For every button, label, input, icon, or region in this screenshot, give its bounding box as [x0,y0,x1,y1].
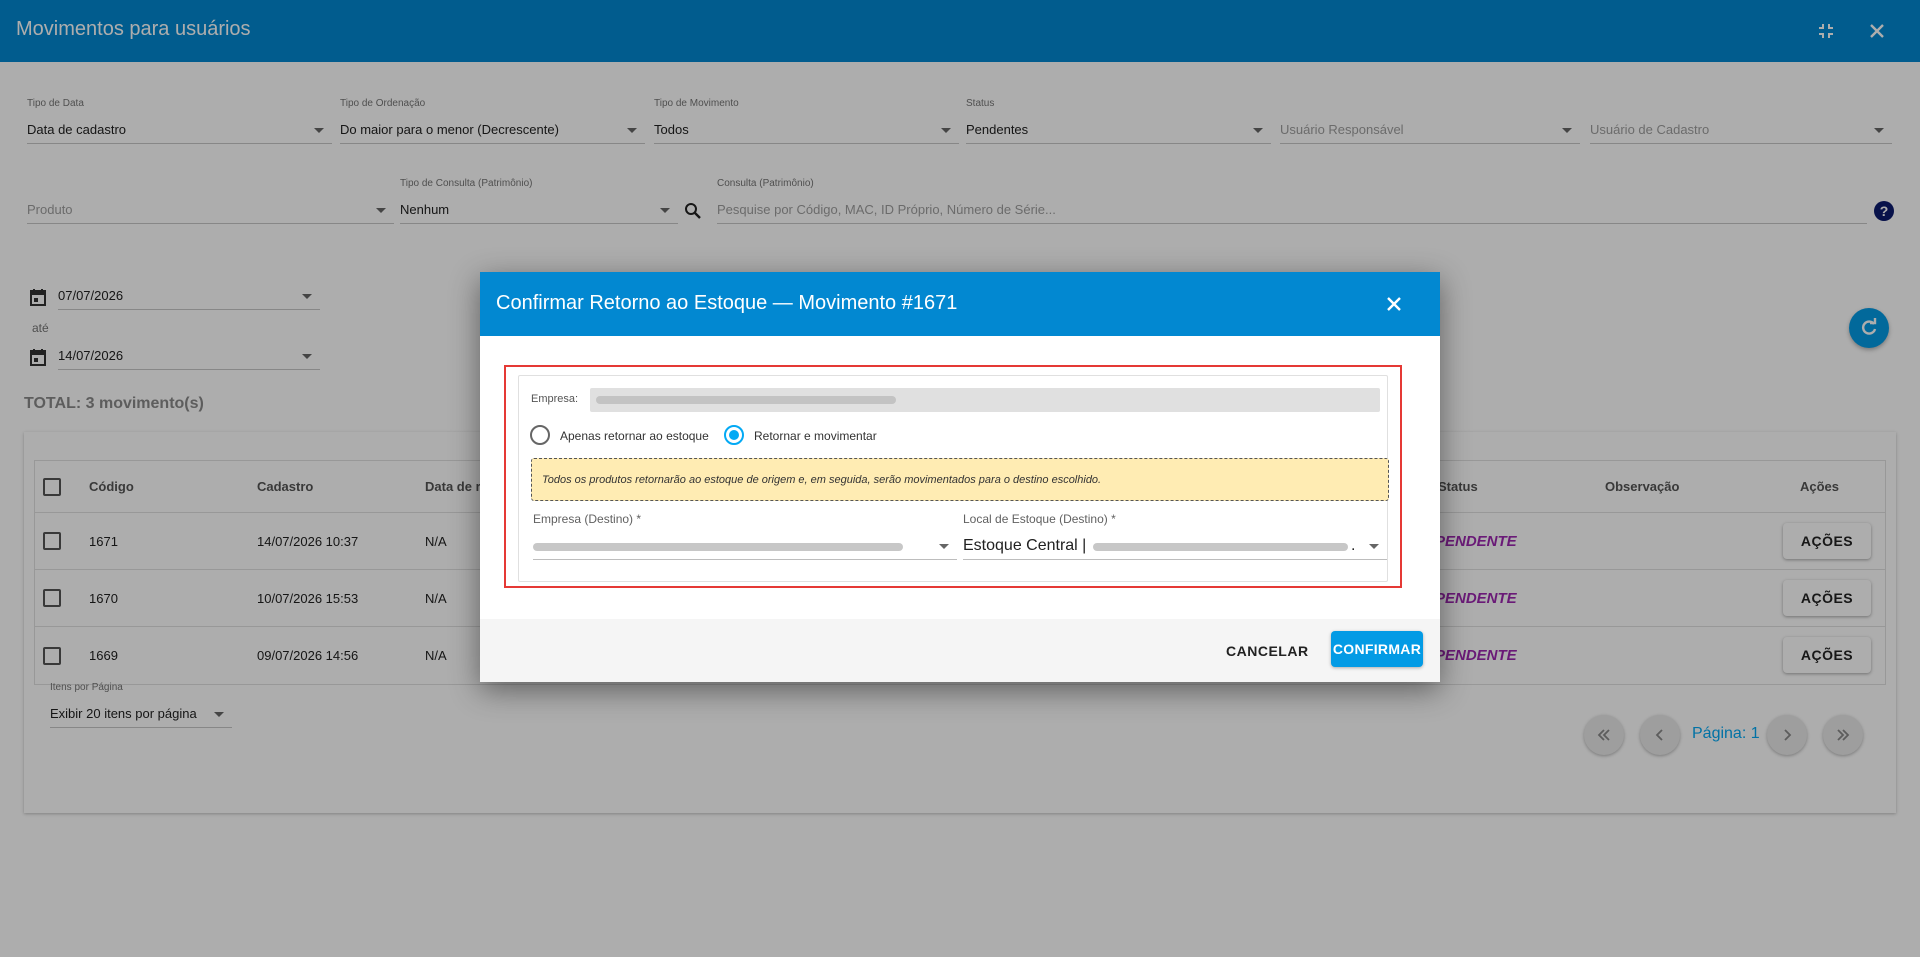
confirm-return-dialog: Confirmar Retorno ao Estoque — Movimento… [480,272,1440,682]
radio-apenas-retornar-label[interactable]: Apenas retornar ao estoque [560,429,709,443]
chevron-down-icon [939,544,949,549]
empresa-value-redacted [590,388,1380,412]
chevron-down-icon [1369,544,1379,549]
local-destino-select[interactable]: Local de Estoque (Destino) * Estoque Cen… [963,512,1387,560]
dialog-title: Confirmar Retorno ao Estoque — Movimento… [496,292,958,314]
warning-notice: Todos os produtos retornarão ao estoque … [531,458,1389,501]
confirm-button[interactable]: CONFIRMAR [1331,631,1423,667]
radio-retornar-movimentar-label[interactable]: Retornar e movimentar [754,429,877,443]
local-destino-label: Local de Estoque (Destino) * [963,512,1116,526]
empresa-label: Empresa: [531,393,579,405]
local-destino-value: Estoque Central | [963,537,1087,554]
empresa-destino-select[interactable]: Empresa (Destino) * [533,512,957,560]
cancel-button[interactable]: CANCELAR [1226,635,1309,667]
close-icon[interactable] [1380,290,1408,318]
local-destino-suffix: . [1351,537,1356,554]
dialog-header: Confirmar Retorno ao Estoque — Movimento… [480,272,1440,336]
dialog-footer: CANCELAR CONFIRMAR [480,619,1440,682]
warning-text: Todos os produtos retornarão ao estoque … [542,474,1102,486]
radio-apenas-retornar[interactable] [530,425,550,445]
radio-retornar-movimentar[interactable] [724,425,744,445]
empresa-destino-label: Empresa (Destino) * [533,512,642,526]
